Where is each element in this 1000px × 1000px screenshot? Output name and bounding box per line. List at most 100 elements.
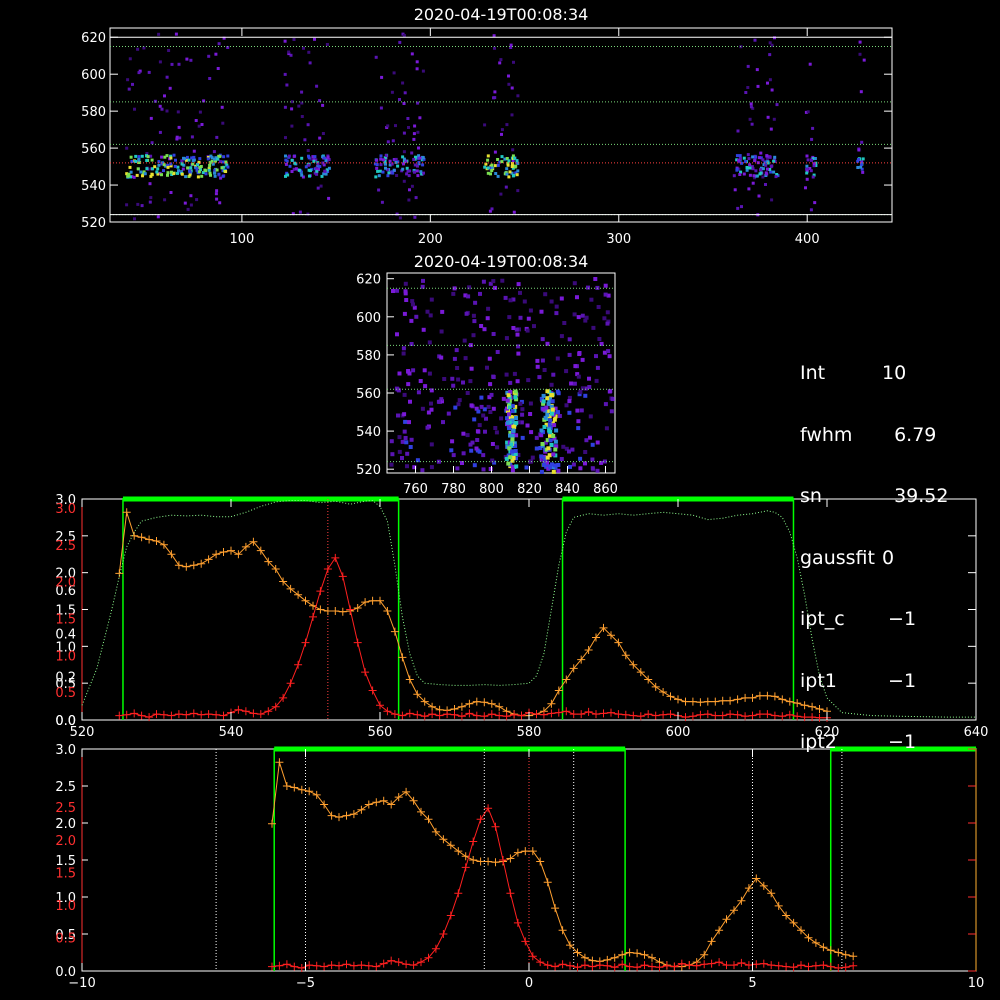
line-4-marker-red [387, 956, 396, 965]
line-3-marker-red [443, 710, 452, 719]
heatmap-2-bright-pixel [554, 428, 559, 433]
line-3-marker-red [167, 711, 176, 720]
heatmap-1-bright-pixel [418, 156, 422, 160]
line-4-marker-red [372, 962, 381, 971]
heatmap-1-pixel [189, 203, 193, 207]
heatmap-1-bright-pixel [809, 169, 813, 173]
heatmap-2-pixel [535, 358, 540, 363]
heatmap-2-bright-pixel [514, 420, 519, 425]
line-4-marker-red [357, 961, 366, 970]
heatmap-1-pixel [746, 64, 750, 68]
line-4-marker-red [849, 961, 858, 970]
heatmap-2-bright-pixel [548, 418, 553, 423]
line-3-marker-orange [472, 697, 481, 706]
line-3-xtick-label: 580 [517, 725, 542, 740]
heatmap-2-pixel [577, 351, 582, 355]
heatmap-1-bright-pixel [506, 163, 510, 167]
heatmap-2-pixel [453, 405, 458, 410]
heatmap-2-pixel [557, 414, 562, 418]
line-4-marker-red [506, 889, 515, 898]
heatmap-1-pixel [410, 151, 414, 155]
heatmap-1-bright-pixel [172, 153, 176, 157]
line-4-marker-red [767, 961, 776, 970]
heatmap-1-bright-pixel [129, 155, 133, 159]
line-4-marker-orange [335, 813, 343, 822]
heatmap-2-bright-pixel [507, 405, 512, 410]
heatmap-2-pixel [411, 368, 416, 373]
heatmap-1-pixel [306, 149, 310, 152]
heatmap-1-bright-pixel [408, 169, 412, 173]
heatmap-1-ytick-label: 580 [81, 105, 106, 120]
line-4-marker-red [670, 962, 679, 971]
line-4-marker-red [320, 962, 329, 971]
line-4-marker-red [573, 963, 582, 972]
heatmap-1-bright-pixel [810, 158, 813, 162]
heatmap-2-pixel [403, 291, 408, 296]
line-4-ytick-label-red: 1.0 [55, 899, 76, 914]
heatmap-1-pixel [490, 207, 494, 211]
heatmap-1-bright-pixel [490, 169, 494, 173]
heatmap-2-pixel [556, 410, 560, 415]
heatmap-1-pixel [297, 104, 301, 108]
heatmap-1-bright-pixel [145, 167, 149, 171]
heatmap-1-pixel [208, 77, 212, 80]
heatmap-2-bright-pixel [552, 423, 557, 428]
heatmap-1-ytick-label: 620 [81, 31, 106, 46]
line-4-marker-red [595, 961, 604, 970]
heatmap-1-pixel [136, 47, 140, 51]
heatmap-1-pixel [131, 82, 134, 86]
heatmap-1-pixel [753, 38, 757, 42]
heatmap-2-pixel [591, 325, 596, 330]
line-4-marker-red [342, 960, 351, 969]
heatmap-1-bright-pixel [224, 170, 228, 173]
heatmap-2-pixel [528, 308, 533, 313]
heatmap-1-bright-pixel [758, 172, 762, 176]
heatmap-1-pixel [178, 136, 182, 140]
heatmap-1-pixel [775, 103, 779, 107]
heatmap-1-pixel [300, 90, 304, 94]
line-3-marker-red [264, 707, 273, 716]
line-3-marker-orange [197, 559, 206, 568]
heatmap-1-bright-pixel [748, 173, 752, 177]
line-3-marker-red [309, 612, 317, 621]
heatmap-2-pixel [469, 403, 474, 408]
heatmap-1-bright-pixel [745, 166, 749, 169]
heatmap-1-pixel [857, 148, 861, 152]
heatmap-2-pixel [442, 377, 447, 381]
heatmap-1-pixel [386, 124, 390, 128]
heatmap-1-pixel [772, 117, 776, 121]
line-4-marker-red [774, 961, 783, 970]
line-4-marker-red [707, 959, 716, 968]
heatmap-1-pixel [158, 60, 162, 64]
heatmap-1-bright-pixel [218, 154, 222, 158]
heatmap-2-pixel [602, 316, 607, 321]
line-4-marker-red [461, 863, 470, 872]
heatmap-2-bright-pixel [545, 396, 550, 401]
heatmap-1-bright-pixel [500, 155, 504, 159]
heatmap-2-pixel [524, 465, 529, 470]
line-3-ytick-label-red: 1.5 [55, 613, 76, 628]
heatmap-2-pixel [562, 321, 567, 325]
line-4-marker-red [715, 958, 724, 967]
heatmap-2-bright-pixel [506, 461, 511, 466]
heatmap-1-pixel [498, 61, 502, 65]
line-3-marker-red [159, 710, 168, 719]
heatmap-1-bright-pixel [515, 173, 519, 177]
heatmap-1-bright-pixel [315, 172, 319, 176]
heatmap-1-pixel [190, 135, 194, 139]
heatmap-1-bright-pixel [196, 175, 200, 179]
heatmap-1-pixel [398, 40, 402, 44]
heatmap-1-pixel [140, 204, 144, 208]
heatmap-1-bright-pixel [189, 166, 193, 170]
heatmap-2-pixel [559, 457, 564, 461]
line-4-marker-red [521, 937, 530, 946]
heatmap-1-pixel [287, 50, 291, 54]
heatmap-2-pixel [549, 299, 554, 304]
heatmap-2-pixel [462, 338, 467, 343]
heatmap-2-pixel [595, 468, 600, 473]
heatmap-2-bright-pixel [510, 437, 515, 442]
heatmap-2-pixel [408, 399, 412, 404]
heatmap-2-pixel [466, 294, 471, 299]
heatmap-2-pixel [605, 310, 610, 315]
heatmap-2-pixel [473, 300, 478, 305]
